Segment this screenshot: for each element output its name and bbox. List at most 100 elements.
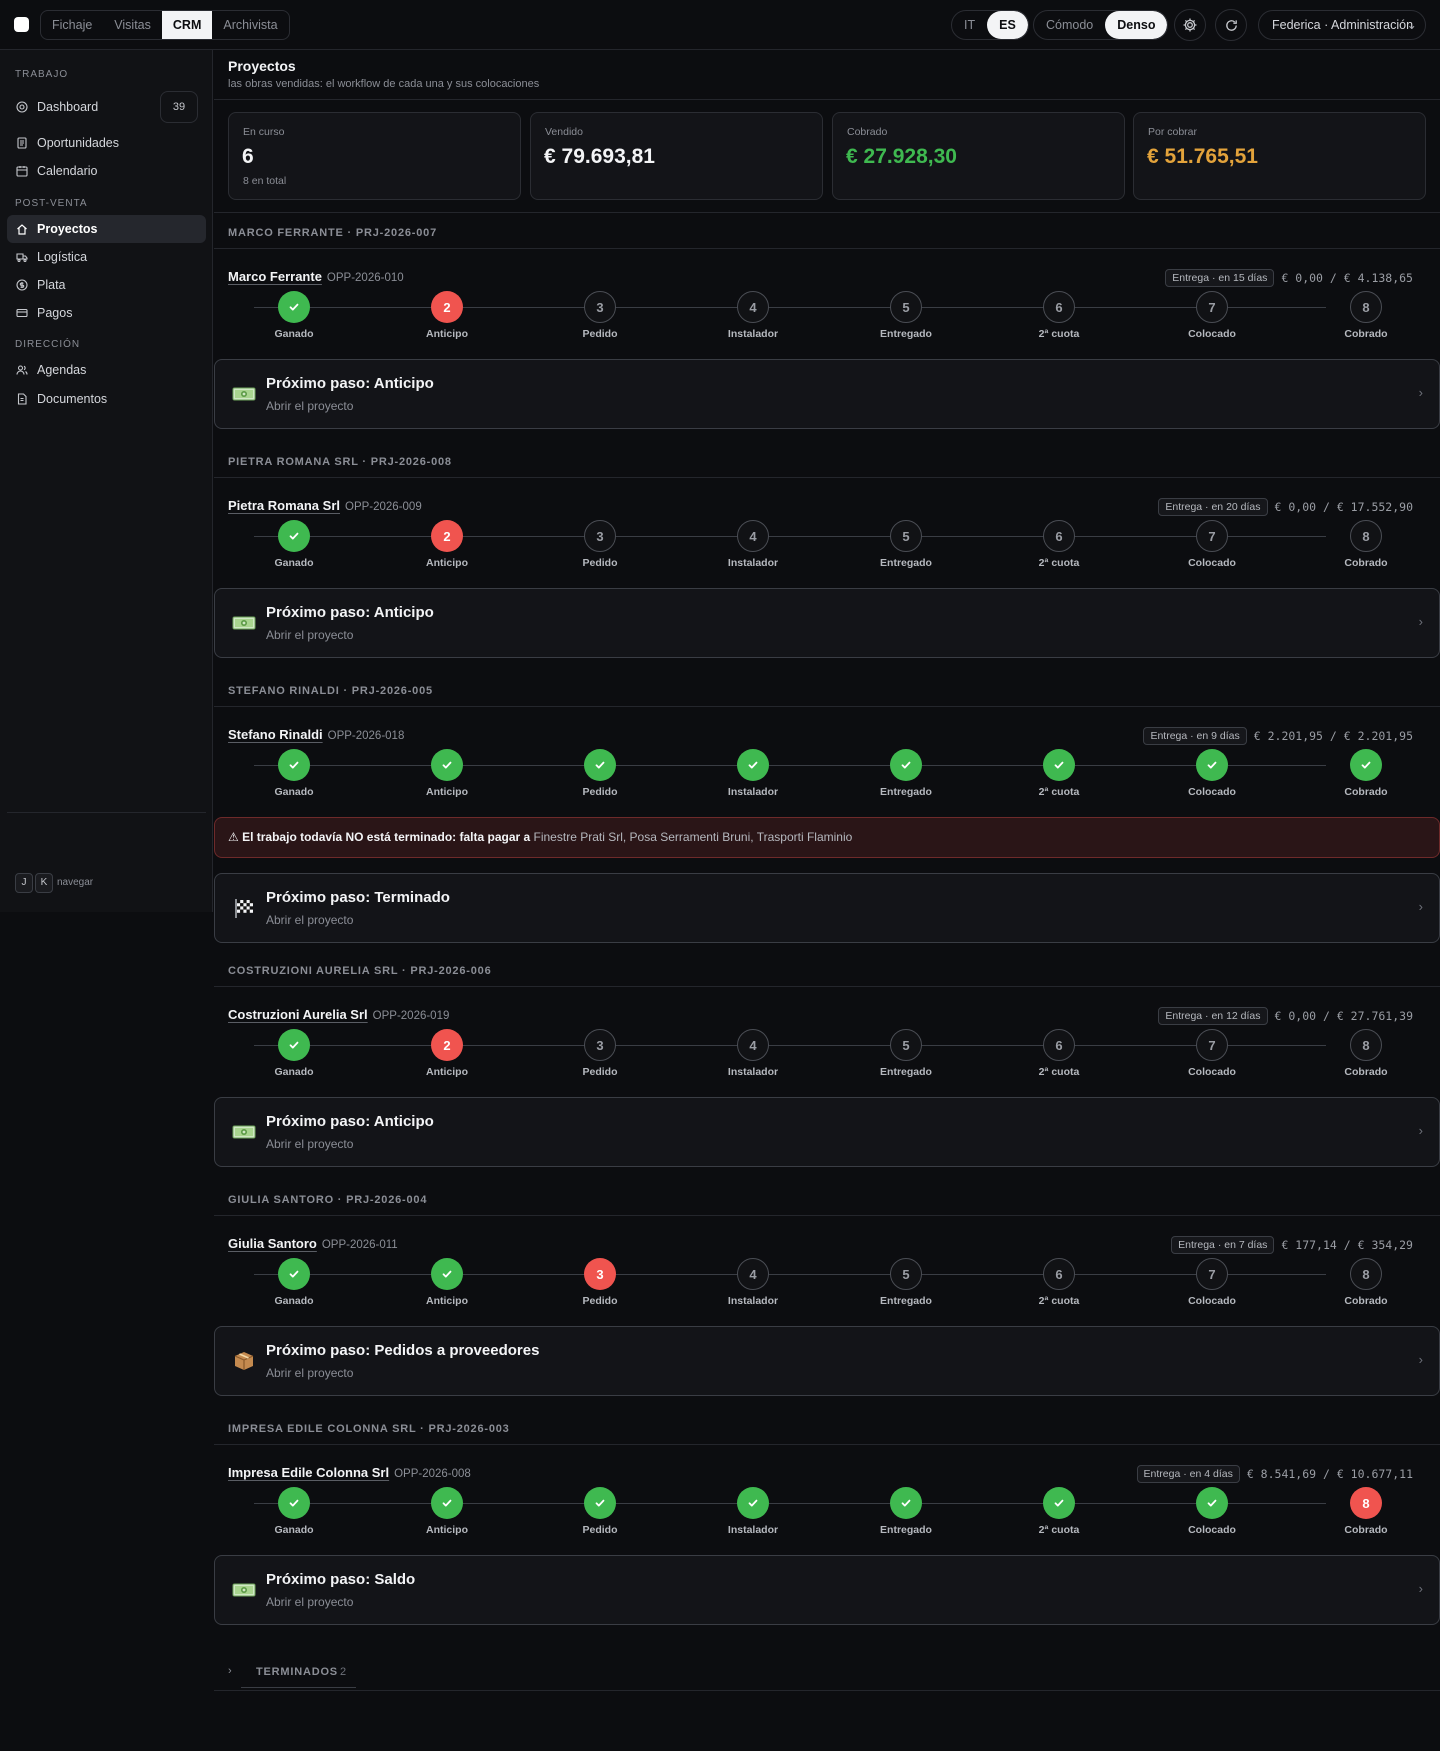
- sidebar-item-dashboard[interactable]: Dashboard 39: [7, 91, 206, 123]
- sidebar-section-post-venta: POST-VENTA: [15, 198, 88, 209]
- tab-archivista[interactable]: Archivista: [212, 11, 288, 39]
- sidebar-item-logistica[interactable]: Logística: [7, 243, 206, 271]
- terminated-toggle[interactable]: TERMINADOS: [256, 1666, 338, 1678]
- workflow-step-6[interactable]: 6 2ª cuota: [1019, 1029, 1099, 1078]
- next-step-card[interactable]: Próximo paso: Anticipo Abrir el proyecto ›: [214, 359, 1440, 429]
- workflow-step-6[interactable]: 2ª cuota: [1019, 1487, 1099, 1536]
- workflow-stepper: Ganado 2 Anticipo 3 Pedido 4 Instalador 5 Entreg…: [254, 1029, 1388, 1081]
- workflow-step-7[interactable]: 7 Colocado: [1172, 1029, 1252, 1078]
- next-step-card[interactable]: Próximo paso: Terminado Abrir el proyecto…: [214, 873, 1440, 943]
- workflow-step-5[interactable]: 5 Entregado: [866, 1029, 946, 1078]
- workflow-step-3[interactable]: Pedido: [560, 749, 640, 798]
- tab-crm[interactable]: CRM: [161, 11, 213, 39]
- workflow-step-8[interactable]: 8 Cobrado: [1326, 520, 1406, 569]
- client-link[interactable]: Stefano Rinaldi OPP-2026-018: [228, 727, 404, 742]
- client-link[interactable]: Impresa Edile Colonna Srl OPP-2026-008: [228, 1465, 471, 1480]
- workflow-step-3[interactable]: 3 Pedido: [560, 1258, 640, 1307]
- language-es[interactable]: ES: [987, 11, 1028, 39]
- workflow-step-6[interactable]: 2ª cuota: [1019, 749, 1099, 798]
- workflow-step-5[interactable]: 5 Entregado: [866, 1258, 946, 1307]
- workflow-step-4[interactable]: Instalador: [713, 1487, 793, 1536]
- step-label: 2ª cuota: [1038, 328, 1080, 340]
- chevron-right-icon: ›: [1418, 614, 1423, 629]
- workflow-step-6[interactable]: 6 2ª cuota: [1019, 520, 1099, 569]
- workflow-step-3[interactable]: 3 Pedido: [560, 520, 640, 569]
- open-project-link[interactable]: Abrir el proyecto: [266, 628, 353, 642]
- next-step-card[interactable]: Próximo paso: Anticipo Abrir el proyecto ›: [214, 1097, 1440, 1167]
- tab-fichaje[interactable]: Fichaje: [41, 11, 103, 39]
- workflow-step-2[interactable]: Anticipo: [407, 1258, 487, 1307]
- workflow-step-3[interactable]: 3 Pedido: [560, 1029, 640, 1078]
- workflow-step-8[interactable]: 8 Cobrado: [1326, 1029, 1406, 1078]
- step-label: Entregado: [880, 1066, 932, 1078]
- workflow-step-6[interactable]: 6 2ª cuota: [1019, 291, 1099, 340]
- user-menu[interactable]: Federica · Administración ⌄: [1258, 10, 1426, 40]
- workflow-step-1[interactable]: Ganado: [254, 1487, 334, 1536]
- next-step-card[interactable]: Próximo paso: Saldo Abrir el proyecto ›: [214, 1555, 1440, 1625]
- sidebar-item-documentos[interactable]: Documentos: [7, 385, 206, 413]
- workflow-step-4[interactable]: 4 Instalador: [713, 291, 793, 340]
- workflow-step-1[interactable]: Ganado: [254, 1258, 334, 1307]
- sidebar-item-agendas[interactable]: Agendas: [7, 356, 206, 384]
- workflow-step-7[interactable]: 7 Colocado: [1172, 291, 1252, 340]
- settings-button[interactable]: [1174, 9, 1206, 41]
- client-link[interactable]: Costruzioni Aurelia Srl OPP-2026-019: [228, 1007, 449, 1022]
- tab-visitas[interactable]: Visitas: [103, 11, 162, 39]
- workflow-step-6[interactable]: 6 2ª cuota: [1019, 1258, 1099, 1307]
- workflow-step-3[interactable]: Pedido: [560, 1487, 640, 1536]
- workflow-step-1[interactable]: Ganado: [254, 1029, 334, 1078]
- stat-label: En curso: [243, 126, 285, 138]
- workflow-step-4[interactable]: 4 Instalador: [713, 520, 793, 569]
- sidebar-item-pagos[interactable]: Pagos: [7, 299, 206, 327]
- workflow-step-2[interactable]: Anticipo: [407, 1487, 487, 1536]
- workflow-step-8[interactable]: 8 Cobrado: [1326, 1258, 1406, 1307]
- payment-summary: Entrega · en 9 días € 2.201,95 / € 2.201…: [1143, 727, 1413, 745]
- sidebar-item-proyectos[interactable]: Proyectos: [7, 215, 206, 243]
- workflow-step-1[interactable]: Ganado: [254, 749, 334, 798]
- checkered-flag-icon: [232, 896, 256, 920]
- open-project-link[interactable]: Abrir el proyecto: [266, 1137, 353, 1151]
- workflow-step-8[interactable]: 8 Cobrado: [1326, 291, 1406, 340]
- workflow-step-3[interactable]: 3 Pedido: [560, 291, 640, 340]
- workflow-step-2[interactable]: 2 Anticipo: [407, 291, 487, 340]
- density-dense[interactable]: Denso: [1105, 11, 1168, 39]
- next-step-card[interactable]: Próximo paso: Pedidos a proveedores Abrir…: [214, 1326, 1440, 1396]
- workflow-step-1[interactable]: Ganado: [254, 291, 334, 340]
- workflow-step-4[interactable]: Instalador: [713, 749, 793, 798]
- open-project-link[interactable]: Abrir el proyecto: [266, 399, 353, 413]
- sidebar-item-oportunidades[interactable]: Oportunidades: [7, 129, 206, 157]
- step-number: 2: [431, 520, 463, 552]
- sidebar-item-plata[interactable]: Plata: [7, 271, 206, 299]
- step-label: Colocado: [1188, 1524, 1236, 1536]
- opportunity-code: OPP-2026-011: [321, 1239, 398, 1251]
- workflow-step-7[interactable]: Colocado: [1172, 1487, 1252, 1536]
- language-it[interactable]: IT: [952, 11, 987, 39]
- open-project-link[interactable]: Abrir el proyecto: [266, 1595, 353, 1609]
- workflow-step-7[interactable]: 7 Colocado: [1172, 1258, 1252, 1307]
- workflow-step-2[interactable]: 2 Anticipo: [407, 520, 487, 569]
- density-comfortable[interactable]: Cómodo: [1034, 11, 1105, 39]
- workflow-step-7[interactable]: Colocado: [1172, 749, 1252, 798]
- workflow-step-4[interactable]: 4 Instalador: [713, 1258, 793, 1307]
- workflow-step-1[interactable]: Ganado: [254, 520, 334, 569]
- open-project-link[interactable]: Abrir el proyecto: [266, 913, 353, 927]
- workflow-step-4[interactable]: 4 Instalador: [713, 1029, 793, 1078]
- sidebar-item-calendario[interactable]: Calendario: [7, 157, 206, 185]
- workflow-step-5[interactable]: 5 Entregado: [866, 291, 946, 340]
- workflow-step-2[interactable]: Anticipo: [407, 749, 487, 798]
- workflow-step-7[interactable]: 7 Colocado: [1172, 520, 1252, 569]
- workflow-step-8[interactable]: 8 Cobrado: [1326, 1487, 1406, 1536]
- client-link[interactable]: Pietra Romana Srl OPP-2026-009: [228, 498, 422, 513]
- stat-label: Cobrado: [847, 126, 888, 138]
- workflow-step-5[interactable]: Entregado: [866, 749, 946, 798]
- client-link[interactable]: Marco Ferrante OPP-2026-010: [228, 269, 404, 284]
- workflow-step-5[interactable]: Entregado: [866, 1487, 946, 1536]
- client-link[interactable]: Giulia Santoro OPP-2026-011: [228, 1236, 398, 1251]
- workflow-step-8[interactable]: Cobrado: [1326, 749, 1406, 798]
- chevron-right-icon[interactable]: ›: [228, 1665, 232, 1677]
- workflow-step-5[interactable]: 5 Entregado: [866, 520, 946, 569]
- next-step-card[interactable]: Próximo paso: Anticipo Abrir el proyecto ›: [214, 588, 1440, 658]
- workflow-step-2[interactable]: 2 Anticipo: [407, 1029, 487, 1078]
- refresh-button[interactable]: [1215, 9, 1247, 41]
- open-project-link[interactable]: Abrir el proyecto: [266, 1366, 353, 1380]
